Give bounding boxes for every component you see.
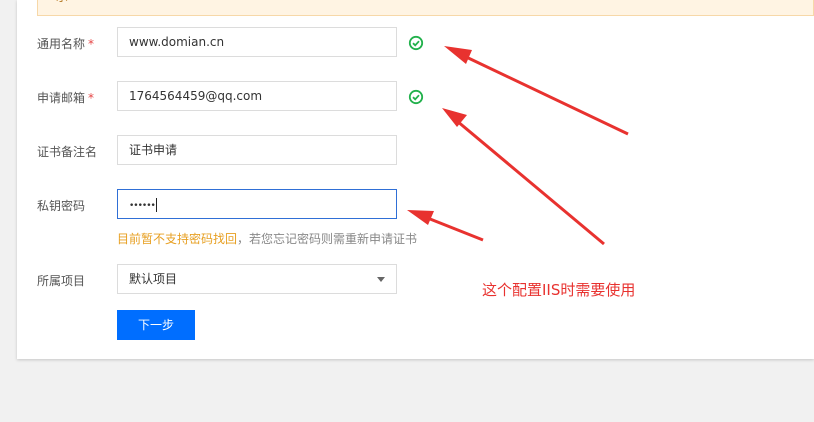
annotation-text: 这个配置IIS时需要使用 <box>482 281 636 299</box>
notice-banner: 示 <box>37 0 814 16</box>
required-mark: * <box>88 37 95 51</box>
next-button[interactable]: 下一步 <box>117 310 195 340</box>
password-hint: 目前暂不支持密码找回，若您忘记密码则需重新申请证书 <box>117 230 417 247</box>
notice-text: 示 <box>56 0 68 5</box>
chevron-down-icon <box>377 277 385 282</box>
private-key-password-input[interactable]: •••••• <box>117 189 397 219</box>
private-key-password-label: 私钥密码 <box>37 199 86 213</box>
password-hint-warning: 目前暂不支持密码找回 <box>117 232 238 246</box>
project-label: 所属项目 <box>37 274 86 288</box>
check-circle-icon <box>408 89 424 105</box>
email-input[interactable]: 1764564459@qq.com <box>117 81 397 111</box>
email-value: 1764564459@qq.com <box>129 89 263 103</box>
text-caret <box>155 197 157 212</box>
required-mark: * <box>88 91 95 105</box>
remark-input[interactable]: 证书申请 <box>117 135 397 165</box>
remark-value: 证书申请 <box>129 143 178 157</box>
project-select[interactable]: 默认项目 <box>117 264 397 294</box>
check-circle-icon <box>408 35 424 51</box>
email-label: 申请邮箱 * <box>37 91 95 105</box>
common-name-input[interactable]: www.domian.cn <box>117 27 397 57</box>
common-name-value: www.domian.cn <box>129 35 225 49</box>
project-selected-value: 默认项目 <box>129 272 178 286</box>
remark-label: 证书备注名 <box>37 145 98 159</box>
password-hint-rest: ，若您忘记密码则需重新申请证书 <box>237 232 418 246</box>
password-masked-value: •••••• <box>129 201 156 211</box>
common-name-label: 通用名称 * <box>37 37 95 51</box>
